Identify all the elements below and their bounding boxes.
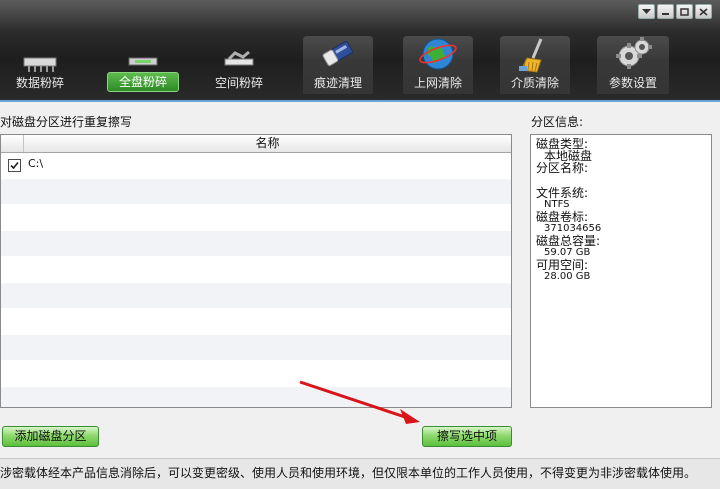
add-partition-button[interactable]: 添加磁盘分区 — [2, 426, 99, 447]
table-row — [1, 309, 511, 335]
window-controls — [638, 4, 712, 19]
tab-internet-clean[interactable]: 上网清除 — [403, 36, 473, 94]
tab-space-shred[interactable]: 空间粉碎 — [204, 36, 274, 94]
tab-label: 介质清除 — [510, 76, 559, 90]
tab-label: 空间粉碎 — [214, 76, 263, 90]
section-title: 对磁盘分区进行重复擦写 — [0, 115, 133, 129]
table-row[interactable]: C:\ — [1, 153, 511, 179]
table-row — [1, 231, 511, 257]
minimize-icon[interactable] — [657, 4, 674, 19]
tab-label: 参数设置 — [608, 76, 657, 90]
broom-icon — [515, 36, 555, 74]
checkbox-column-header — [1, 135, 24, 152]
tab-media-clean[interactable]: 介质清除 — [500, 36, 570, 94]
row-checkbox[interactable] — [8, 159, 21, 172]
status-text: 涉密载体经本产品信息消除后，可以变更密级、使用人员和使用环境，但仅限本单位的工作… — [0, 466, 697, 480]
content-divider — [0, 100, 720, 102]
tab-data-shred[interactable]: 数据粉碎 — [6, 36, 74, 94]
table-row — [1, 179, 511, 205]
status-bar: 涉密载体经本产品信息消除后，可以变更密级、使用人员和使用环境，但仅限本单位的工作… — [0, 458, 720, 489]
partition-info-panel: 磁盘类型: 本地磁盘 分区名称: 文件系统: NTFS 磁盘卷标: 371034… — [530, 134, 712, 408]
gear-icon — [613, 36, 653, 74]
table-row — [1, 335, 511, 361]
table-row — [1, 205, 511, 231]
table-row — [1, 257, 511, 283]
file-system-label: 文件系统: — [536, 186, 589, 200]
toolbar-header: 数据粉碎 全盘粉碎 空间粉碎 痕迹清理 上网清除 介质清除 参数设置 — [0, 0, 720, 100]
erase-selected-button[interactable]: 擦写选中项 — [422, 426, 512, 447]
tab-settings[interactable]: 参数设置 — [597, 36, 669, 94]
free-space-value: 28.00 GB — [544, 271, 591, 282]
check-icon — [10, 161, 19, 170]
table-row — [1, 283, 511, 309]
tab-label: 数据粉碎 — [15, 76, 64, 90]
close-icon[interactable] — [695, 4, 712, 19]
tab-label: 上网清除 — [413, 76, 462, 90]
globe-icon — [418, 36, 458, 74]
table-row — [1, 387, 511, 407]
partition-info-title: 分区信息: — [531, 115, 584, 129]
disk-shred-icon — [123, 36, 163, 74]
table-body: C:\ — [1, 153, 511, 407]
table-row — [1, 361, 511, 387]
total-capacity-label: 磁盘总容量: — [536, 234, 601, 248]
tab-bar: 数据粉碎 全盘粉碎 空间粉碎 痕迹清理 上网清除 介质清除 参数设置 — [0, 36, 720, 98]
menu-down-icon[interactable] — [638, 4, 655, 19]
free-space-label: 可用空间: — [536, 258, 589, 272]
tab-trace-clean[interactable]: 痕迹清理 — [303, 36, 373, 94]
maximize-icon[interactable] — [676, 4, 693, 19]
volume-id-label: 磁盘卷标: — [536, 210, 589, 224]
tab-disk-shred[interactable]: 全盘粉碎 — [107, 36, 179, 94]
data-shred-icon — [20, 36, 60, 74]
space-shred-icon — [219, 36, 259, 74]
red-arrow-annotation — [299, 380, 420, 424]
tab-label: 痕迹清理 — [313, 76, 362, 90]
name-column-header[interactable]: 名称 — [24, 135, 511, 152]
partition-table: 名称 C:\ — [0, 134, 512, 408]
partition-name-label: 分区名称: — [536, 161, 589, 175]
tab-label: 全盘粉碎 — [107, 72, 179, 92]
eraser-icon — [318, 36, 358, 74]
partition-name: C:\ — [28, 157, 44, 170]
table-header: 名称 — [1, 135, 511, 153]
